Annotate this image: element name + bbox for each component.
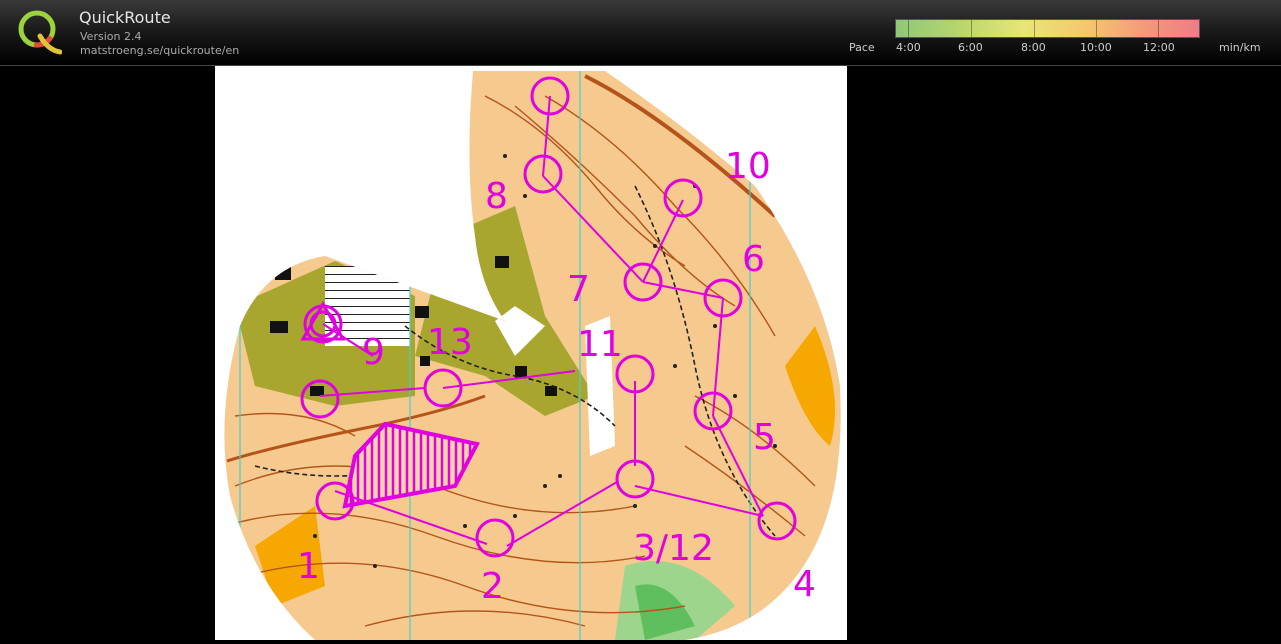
orienteering-map[interactable]: 1 2 3/12 4 5 6 7 8 9 10 11 13 xyxy=(215,66,847,640)
control-label: 8 xyxy=(485,176,508,217)
pace-tick-label: 10:00 xyxy=(1080,41,1112,54)
pace-label: Pace xyxy=(849,41,875,54)
control-label: 3/12 xyxy=(633,528,714,569)
control-label: 4 xyxy=(793,564,816,605)
control-label: 5 xyxy=(753,417,776,458)
quickroute-logo-icon xyxy=(18,10,62,55)
app-title: QuickRoute xyxy=(79,8,171,27)
pace-color-scale xyxy=(895,19,1200,38)
pace-tick-label: 6:00 xyxy=(958,41,983,54)
pace-tick-label: 8:00 xyxy=(1021,41,1046,54)
control-label: 7 xyxy=(567,269,590,310)
top-bar: QuickRoute Version 2.4 matstroeng.se/qui… xyxy=(0,0,1281,66)
control-label: 1 xyxy=(297,546,320,587)
control-label: 10 xyxy=(725,146,771,187)
control-label: 6 xyxy=(742,239,765,280)
map-canvas[interactable]: 1 2 3/12 4 5 6 7 8 9 10 11 13 xyxy=(215,66,847,640)
app-url[interactable]: matstroeng.se/quickroute/en xyxy=(80,44,239,57)
control-label: 11 xyxy=(577,324,623,365)
control-label: 2 xyxy=(481,566,504,607)
app-version: Version 2.4 xyxy=(80,30,142,43)
pace-tick-label: 12:00 xyxy=(1143,41,1175,54)
pace-unit-label: min/km xyxy=(1219,41,1261,54)
control-label: 9 xyxy=(362,332,385,373)
control-label: 13 xyxy=(427,322,473,363)
pace-tick-label: 4:00 xyxy=(896,41,921,54)
